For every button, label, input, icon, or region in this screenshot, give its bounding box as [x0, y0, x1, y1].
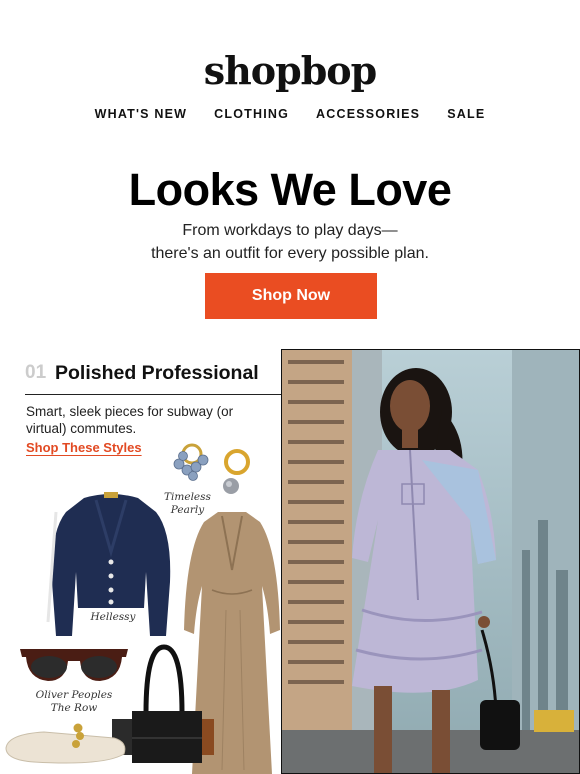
section-number: 01	[25, 362, 47, 383]
earrings-icon[interactable]	[165, 440, 255, 496]
brand-logo[interactable]: shopbop	[0, 48, 580, 93]
section-divider	[25, 394, 281, 395]
hero-subline: From workdays to play days— there's an o…	[0, 219, 580, 265]
shop-these-styles-link[interactable]: Shop These Styles	[26, 440, 142, 455]
hero-subline-line-2: there's an outfit for every possible pla…	[151, 245, 429, 262]
hero-subline-line-1: From workdays to play days—	[182, 222, 398, 239]
nav-item-whats-new[interactable]: WHAT'S NEW	[95, 107, 188, 121]
section-title: Polished Professional	[55, 362, 259, 384]
flats-icon[interactable]	[4, 718, 130, 774]
model-photo-image	[282, 350, 579, 773]
main-nav: WHAT'S NEW CLOTHING ACCESSORIES SALE	[0, 107, 580, 121]
section-description: Smart, sleek pieces for subway (or virtu…	[26, 404, 234, 436]
caption-hellessy: Hellessy	[90, 611, 136, 623]
nav-item-sale[interactable]: SALE	[447, 107, 485, 121]
nav-item-clothing[interactable]: CLOTHING	[214, 107, 289, 121]
hero-headline: Looks We Love	[128, 164, 452, 215]
caption-oliver-peoples-the-row: Oliver Peoples The Row	[35, 689, 113, 714]
nav-item-accessories[interactable]: ACCESSORIES	[316, 107, 420, 121]
shop-now-button[interactable]: Shop Now	[205, 273, 377, 319]
model-photo[interactable]	[281, 349, 580, 774]
